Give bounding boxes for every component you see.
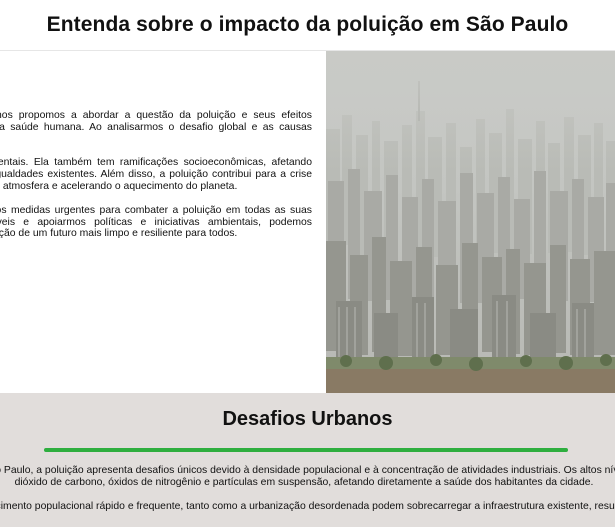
sao-paulo-skyline-image xyxy=(326,51,615,393)
intro-paragraph: A cidade é centro de dimensões e nós nos… xyxy=(0,110,312,133)
page-title: Entenda sobre o impacto da poluição em S… xyxy=(46,13,569,36)
challenges-text: Em grandes cidades como São Paulo, a pol… xyxy=(0,465,615,524)
challenges-paragraph: O crescimento populacional rápido e freq… xyxy=(0,500,615,512)
intro-paragraph: Neste contexto, é fundamental que tomemo… xyxy=(0,204,312,240)
page: Entenda sobre o impacto da poluição em S… xyxy=(0,0,615,527)
page-header: Entenda sobre o impacto da poluição em S… xyxy=(0,0,615,51)
section-divider xyxy=(44,448,568,452)
urban-challenges-section: Desafios Urbanos Em grandes cidades como… xyxy=(0,393,615,527)
challenges-paragraph: Em grandes cidades como São Paulo, a pol… xyxy=(0,465,615,488)
intro-text: A cidade é centro de dimensões e nós nos… xyxy=(0,110,312,252)
intro-paragraph: A poluição não se limita a questões ambi… xyxy=(0,157,312,192)
section-title: Desafios Urbanos xyxy=(222,408,393,430)
intro-section: A cidade é centro de dimensões e nós nos… xyxy=(0,51,615,393)
